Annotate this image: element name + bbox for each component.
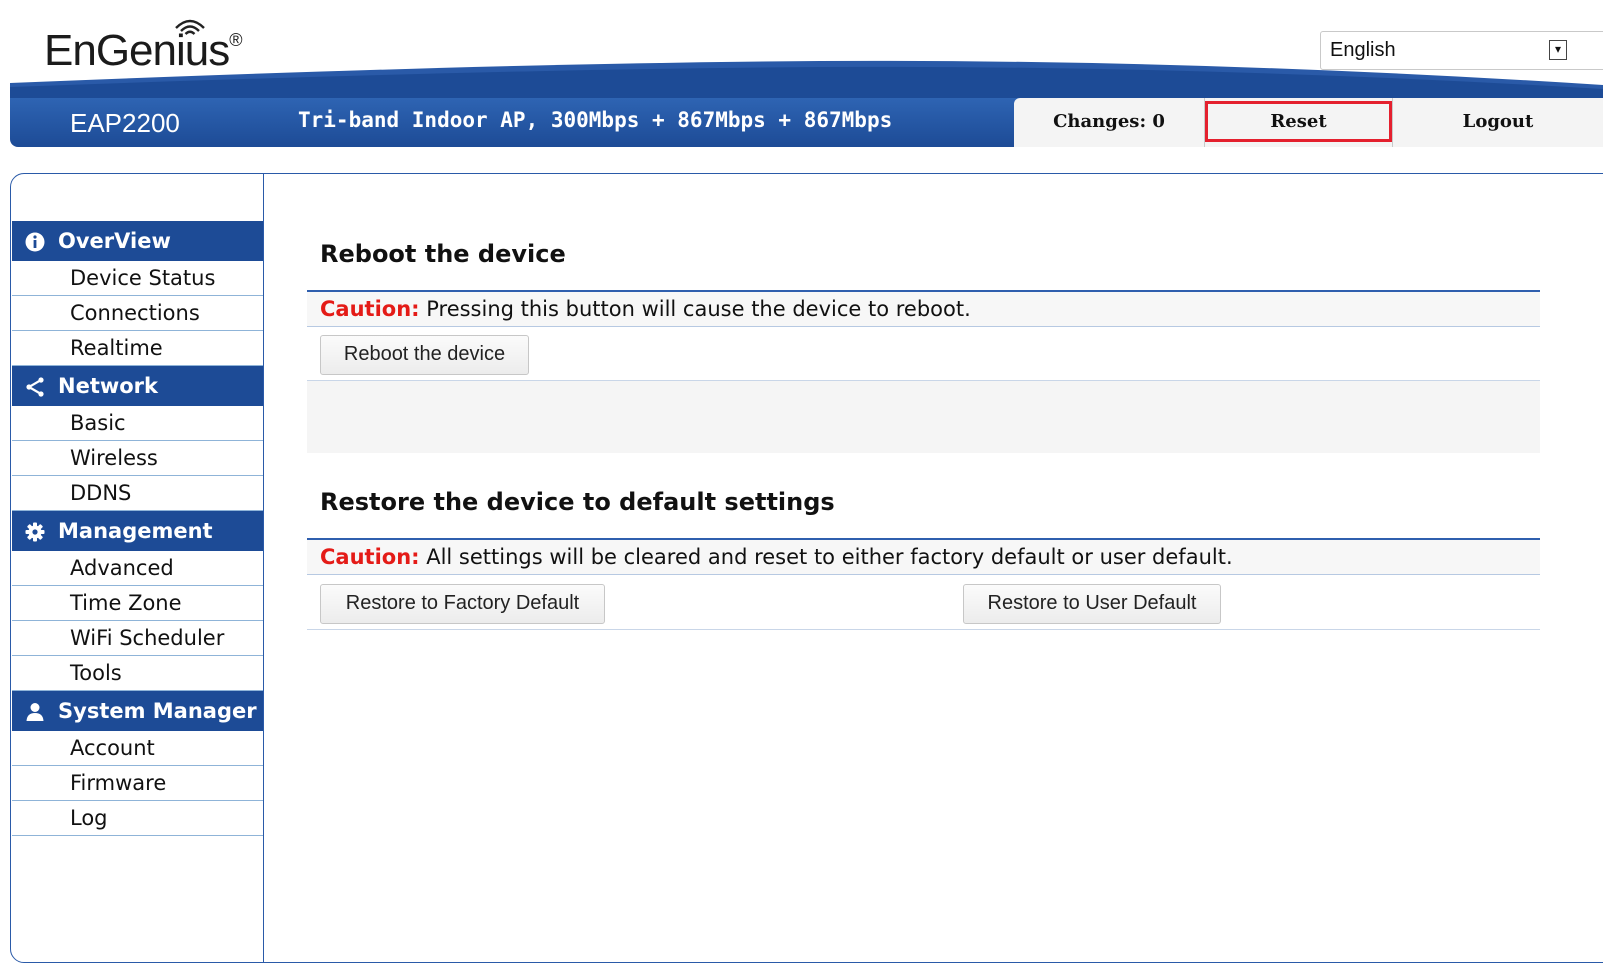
restore-user-default-button[interactable]: Restore to User Default bbox=[963, 584, 1221, 624]
info-icon bbox=[25, 232, 45, 252]
brand-registered-mark: ® bbox=[229, 30, 242, 50]
header-banner: EAP2200 Tri-band Indoor AP, 300Mbps + 86… bbox=[10, 98, 1603, 147]
sidebar-group-system-manager[interactable]: System Manager bbox=[12, 691, 263, 731]
share-icon bbox=[26, 377, 44, 397]
user-icon bbox=[26, 703, 44, 721]
caution-label: Caution: bbox=[320, 297, 420, 321]
device-description: Tri-band Indoor AP, 300Mbps + 867Mbps + … bbox=[298, 108, 893, 132]
sidebar-item-device-status[interactable]: Device Status bbox=[12, 261, 263, 296]
sidebar-item-wireless[interactable]: Wireless bbox=[12, 441, 263, 476]
sidebar-item-firmware[interactable]: Firmware bbox=[12, 766, 263, 801]
sidebar-item-connections[interactable]: Connections bbox=[12, 296, 263, 331]
header-swoosh bbox=[10, 60, 1603, 101]
restore-caution: Caution: All settings will be cleared an… bbox=[307, 538, 1540, 575]
caution-text: All settings will be cleared and reset t… bbox=[419, 545, 1233, 569]
sidebar-group-label: Network bbox=[58, 374, 159, 398]
sidebar-item-wifi-scheduler[interactable]: WiFi Scheduler bbox=[12, 621, 263, 656]
reboot-caution: Caution: Pressing this button will cause… bbox=[307, 290, 1540, 327]
restore-factory-default-button[interactable]: Restore to Factory Default bbox=[320, 584, 605, 624]
sidebar-item-time-zone[interactable]: Time Zone bbox=[12, 586, 263, 621]
sidebar-group-label: OverView bbox=[58, 229, 171, 253]
sidebar-group-overview[interactable]: OverView bbox=[12, 221, 263, 261]
caution-label: Caution: bbox=[320, 545, 420, 569]
reboot-device-button[interactable]: Reboot the device bbox=[320, 335, 529, 375]
reset-button[interactable]: Reset bbox=[1204, 98, 1392, 147]
restore-section-title: Restore the device to default settings bbox=[320, 488, 835, 516]
sidebar-item-tools[interactable]: Tools bbox=[12, 656, 263, 691]
sidebar-group-management[interactable]: Management bbox=[12, 511, 263, 551]
sidebar-item-realtime[interactable]: Realtime bbox=[12, 331, 263, 366]
logout-button[interactable]: Logout bbox=[1392, 98, 1603, 147]
changes-button[interactable]: Changes: 0 bbox=[1014, 98, 1204, 147]
sidebar-item-basic[interactable]: Basic bbox=[12, 406, 263, 441]
gear-icon bbox=[25, 522, 45, 542]
sidebar-item-account[interactable]: Account bbox=[12, 731, 263, 766]
section-spacer bbox=[307, 381, 1540, 453]
sidebar-group-label: System Manager bbox=[58, 699, 257, 723]
sidebar-group-label: Management bbox=[58, 519, 213, 543]
sidebar-item-ddns[interactable]: DDNS bbox=[12, 476, 263, 511]
reboot-button-row: Reboot the device bbox=[307, 327, 1540, 381]
reboot-section-title: Reboot the device bbox=[320, 240, 566, 268]
reset-highlight bbox=[1205, 101, 1392, 142]
sidebar-item-log[interactable]: Log bbox=[12, 801, 263, 836]
sidebar-nav: OverView Device Status Connections Realt… bbox=[12, 221, 263, 836]
device-model: EAP2200 bbox=[70, 108, 180, 138]
sidebar-group-network[interactable]: Network bbox=[12, 366, 263, 406]
wifi-logo-icon bbox=[175, 19, 205, 35]
restore-button-row: Restore to Factory Default Restore to Us… bbox=[307, 575, 1540, 630]
sidebar-item-advanced[interactable]: Advanced bbox=[12, 551, 263, 586]
caution-text: Pressing this button will cause the devi… bbox=[419, 297, 971, 321]
